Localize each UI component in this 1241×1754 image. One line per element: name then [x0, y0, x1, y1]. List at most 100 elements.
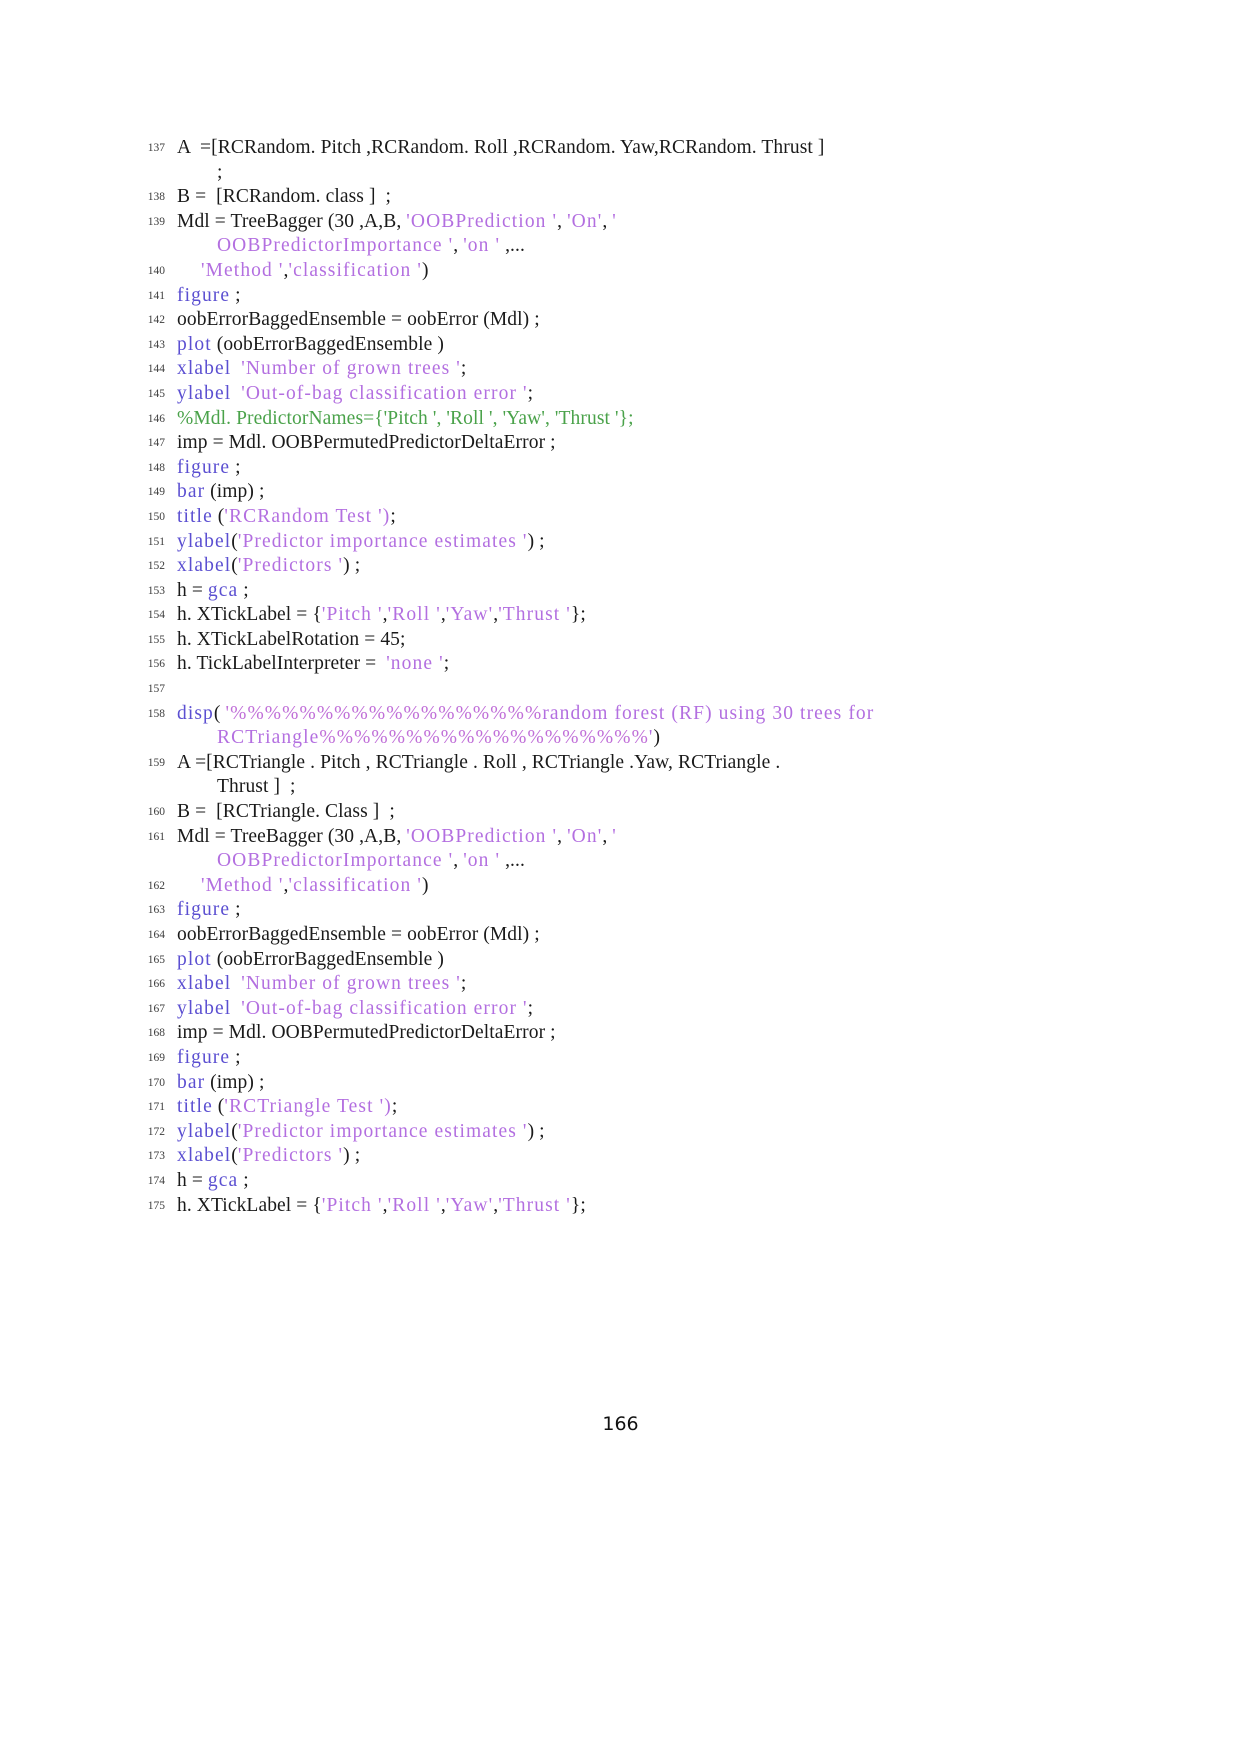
code-text: h = gca ;	[165, 1169, 1093, 1194]
code-text: title ('RCRandom Test ');	[165, 505, 1093, 530]
code-token-str: 'Out-of-bag classification error '	[241, 382, 528, 404]
code-token-id: ;	[443, 653, 450, 675]
line-number: 137	[147, 142, 165, 154]
code-token-pct: '%%%%%%%%%%%%%%%%%%	[225, 702, 543, 724]
code-token-str: 'OOBPrediction '	[406, 825, 558, 847]
line-number: 152	[147, 560, 165, 573]
code-token-id: ,	[602, 825, 613, 847]
line-number: 149	[147, 486, 165, 499]
code-token-kw: title	[177, 505, 213, 527]
code-token-id: )	[653, 727, 661, 749]
code-token-id: B = [RCRandom. class ] ;	[177, 186, 392, 208]
code-token-kw: plot	[177, 333, 212, 355]
code-token-str: 'none '	[386, 653, 444, 675]
code-token-kw: ylabel	[177, 997, 232, 1019]
line-number: 146	[147, 412, 165, 425]
code-text: B = [RCTriangle. Class ] ;	[165, 800, 1093, 825]
code-token-id: ;	[217, 161, 223, 183]
code-token-id: ) ;	[527, 1120, 545, 1142]
code-token-kw: disp	[177, 702, 214, 724]
code-token-id: ;	[238, 1169, 249, 1191]
code-token-str: 'Roll '	[387, 1194, 441, 1216]
code-line: 167 ylabel 'Out-of-bag classification err…	[133, 997, 1093, 1022]
code-text: 'Method ','classification ')	[165, 259, 1093, 284]
line-number: 168	[147, 1027, 165, 1040]
code-token-id: (	[231, 555, 238, 577]
code-line: Thrust ] ;	[133, 775, 1093, 800]
code-token-str: OOBPredictorImportance '	[217, 235, 454, 257]
code-token-id: h. XTickLabelRotation = 45;	[177, 628, 406, 650]
line-number: 171	[147, 1101, 165, 1114]
line-number: 167	[147, 1002, 165, 1015]
line-number: 170	[147, 1076, 165, 1089]
code-token-id: ;	[230, 456, 241, 478]
code-token-id: (oobErrorBaggedEnsemble )	[211, 948, 444, 970]
code-token-id: (	[231, 1120, 238, 1142]
line-number: 173	[147, 1150, 165, 1163]
code-token-kw: gca	[207, 1169, 239, 1191]
code-text: bar (imp) ;	[165, 480, 1093, 505]
line-number: 162	[147, 879, 165, 892]
code-line: 166 xlabel 'Number of grown trees ';	[133, 972, 1093, 997]
line-number: 155	[147, 633, 165, 646]
code-line: 174 h = gca ;	[133, 1169, 1093, 1194]
code-text: ylabel('Predictor importance estimates '…	[165, 1120, 1093, 1145]
code-text: imp = Mdl. OOBPermutedPredictorDeltaErro…	[165, 1021, 1093, 1046]
code-line: 148 figure ;	[133, 456, 1093, 481]
code-text: ylabel('Predictor importance estimates '…	[165, 530, 1093, 555]
code-token-id: h =	[177, 1169, 208, 1191]
code-token-id: ;	[238, 579, 249, 601]
line-number: 156	[147, 658, 165, 671]
code-token-id: (imp) ;	[205, 1071, 265, 1093]
code-line: 153 h = gca ;	[133, 579, 1093, 604]
line-number: 140	[147, 264, 165, 277]
code-token-id: (oobErrorBaggedEnsemble )	[211, 333, 444, 355]
code-token-str: 'Number of grown trees '	[241, 973, 461, 995]
code-token-str: 'classification '	[288, 874, 422, 896]
code-token-id: (	[213, 702, 226, 724]
code-text: xlabel 'Number of grown trees ';	[165, 357, 1093, 382]
code-line: 159 A =[RCTriangle . Pitch , RCTriangle .…	[133, 751, 1093, 776]
code-token-id: (	[231, 530, 238, 552]
code-token-str: '	[612, 825, 617, 847]
code-token-id	[231, 383, 241, 404]
code-text: A =[RCTriangle . Pitch , RCTriangle . Ro…	[165, 751, 1093, 776]
code-text: h. XTickLabelRotation = 45;	[165, 628, 1093, 653]
line-number: 166	[147, 978, 165, 991]
line-number: 142	[147, 314, 165, 327]
code-token-kw: ylabel	[177, 1120, 232, 1142]
code-token-kw: gca	[207, 579, 239, 601]
line-number: 161	[147, 830, 165, 843]
code-line: 138 B = [RCRandom. class ] ;	[133, 185, 1093, 210]
code-token-str: 'Thrust '	[498, 1194, 571, 1216]
line-number: 143	[147, 338, 165, 351]
code-line: 161 Mdl = TreeBagger (30 ,A,B, 'OOBPredic…	[133, 825, 1093, 850]
code-token-id: ;	[527, 382, 534, 404]
code-token-id: A =[RCRandom. Pitch ,RCRandom. Roll ,RCR…	[177, 137, 825, 158]
code-line: 160 B = [RCTriangle. Class ] ;	[133, 800, 1093, 825]
code-token-str: 'Roll '	[387, 604, 441, 626]
code-line: 168 imp = Mdl. OOBPermutedPredictorDeltaE…	[133, 1021, 1093, 1046]
code-token-str: 'Predictor importance estimates '	[237, 1120, 528, 1142]
code-token-kw: figure	[177, 284, 231, 306]
code-token-str: 'On'	[567, 825, 603, 847]
code-token-id: ,	[557, 210, 568, 232]
code-token-kw: ylabel	[177, 530, 232, 552]
line-number: 157	[147, 683, 165, 696]
document-page: 137 A =[RCRandom. Pitch ,RCRandom. Roll ,…	[0, 0, 1241, 1754]
code-token-id: )	[421, 259, 429, 281]
code-token-cmt: %Mdl. PredictorNames={'Pitch ', 'Roll ',…	[177, 407, 634, 429]
code-token-id: Thrust ] ;	[217, 776, 296, 798]
code-token-str: 'Thrust '	[498, 604, 571, 626]
code-line: OOBPredictorImportance ', 'on ' ,...	[133, 849, 1093, 874]
code-token-id: ;	[460, 358, 467, 380]
line-number: 159	[147, 756, 165, 769]
code-text: 'Method ','classification ')	[165, 874, 1093, 899]
code-token-id: (imp) ;	[205, 481, 265, 503]
line-number: 174	[147, 1174, 165, 1187]
line-number: 160	[147, 806, 165, 819]
code-token-str: 'classification '	[288, 259, 422, 281]
code-token-kw: bar	[177, 1071, 206, 1093]
code-line: 164 oobErrorBaggedEnsemble = oobError (Md…	[133, 923, 1093, 948]
code-token-str: 'On'	[567, 210, 603, 232]
